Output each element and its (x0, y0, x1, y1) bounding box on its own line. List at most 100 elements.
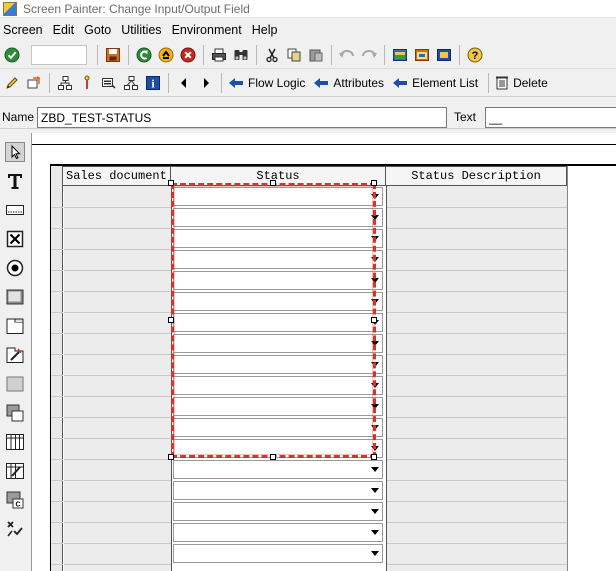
radio-button-icon[interactable] (4, 257, 26, 279)
status-dropdown-field[interactable] (173, 523, 383, 542)
back-icon[interactable] (133, 44, 155, 66)
copy-icon[interactable] (283, 44, 305, 66)
navigation-icon[interactable] (120, 72, 142, 94)
frame-icon[interactable] (433, 44, 455, 66)
chevron-down-icon[interactable] (371, 467, 379, 472)
cut-icon[interactable] (261, 44, 283, 66)
row-divider (387, 270, 567, 271)
delete-button[interactable]: Delete (493, 75, 554, 90)
cancel-icon[interactable] (177, 44, 199, 66)
box-icon[interactable] (4, 373, 26, 395)
toolbar-separator (97, 44, 98, 65)
tabstrip-icon[interactable] (4, 315, 26, 337)
resize-handle[interactable] (371, 180, 377, 186)
chevron-down-icon[interactable] (371, 509, 379, 514)
name-label: Name (2, 110, 35, 124)
text-field[interactable] (485, 107, 616, 128)
flow-logic-button[interactable]: Flow Logic (226, 76, 311, 90)
column-header-sales-document[interactable]: Sales document (63, 166, 171, 186)
status-dropdown-field[interactable] (173, 481, 383, 500)
edit-pencil-icon[interactable] (1, 72, 23, 94)
resize-handle[interactable] (371, 317, 377, 323)
resize-handle[interactable] (168, 180, 174, 186)
table-control-wizard-icon[interactable] (4, 460, 26, 482)
status-dropdown-field[interactable] (173, 460, 383, 479)
row-divider (51, 312, 63, 313)
header-label: Sales document (66, 169, 167, 183)
status-dropdown-field[interactable] (173, 502, 383, 521)
next-icon[interactable] (195, 72, 217, 94)
name-field[interactable] (37, 107, 447, 128)
toolbar-separator (168, 72, 169, 93)
delete-label: Delete (513, 75, 548, 90)
menu-utilities[interactable]: Utilities (117, 23, 167, 37)
column-divider (567, 166, 568, 571)
where-used-icon[interactable] (76, 72, 98, 94)
row-divider (387, 543, 567, 544)
help-icon[interactable]: ? (464, 44, 486, 66)
status-dropdown-field[interactable] (173, 544, 383, 563)
resize-handle[interactable] (168, 317, 174, 323)
io-field-icon[interactable] (4, 199, 26, 221)
command-field[interactable] (31, 44, 87, 65)
status-description-column[interactable] (387, 186, 567, 571)
row-divider (64, 249, 171, 250)
column-header-status-description[interactable]: Status Description (386, 166, 567, 186)
status-icon[interactable] (4, 518, 26, 540)
svg-text:C: C (15, 502, 20, 509)
exit-icon[interactable] (155, 44, 177, 66)
row-divider (51, 522, 63, 523)
chevron-down-icon[interactable] (371, 488, 379, 493)
checkbox-icon[interactable] (4, 228, 26, 250)
pushbutton-icon[interactable] (4, 286, 26, 308)
toolbar-separator (49, 72, 50, 93)
row-divider (64, 396, 171, 397)
display-change-icon[interactable] (23, 72, 45, 94)
pointer-icon[interactable] (4, 141, 26, 163)
check-icon[interactable] (1, 44, 23, 66)
info-icon[interactable]: i (142, 72, 164, 94)
row-divider (387, 459, 567, 460)
toolbar-separator (384, 44, 385, 65)
row-divider (64, 270, 171, 271)
menu-screen[interactable]: Screen (0, 23, 49, 37)
selected-status-field[interactable] (171, 183, 376, 458)
row-divider (387, 333, 567, 334)
find-icon[interactable] (230, 44, 252, 66)
text-field-icon[interactable] (4, 170, 26, 192)
redo-icon[interactable] (358, 44, 380, 66)
resize-handle[interactable] (270, 454, 276, 460)
previous-icon[interactable] (173, 72, 195, 94)
chevron-down-icon[interactable] (371, 551, 379, 556)
attributes-label: Attributes (333, 75, 385, 90)
undo-icon[interactable] (336, 44, 358, 66)
table-control-icon[interactable] (4, 431, 26, 453)
subscreen-icon[interactable] (4, 402, 26, 424)
sales-document-column[interactable] (64, 186, 171, 571)
row-divider (51, 396, 63, 397)
application-toolbar: i Flow Logic Attributes Element List Del… (0, 69, 616, 97)
layout-icon[interactable] (389, 44, 411, 66)
hierarchy-icon[interactable] (54, 72, 76, 94)
custom-control-icon[interactable]: C (4, 489, 26, 511)
save-icon[interactable] (102, 44, 124, 66)
element-icon[interactable] (98, 72, 120, 94)
resize-handle[interactable] (270, 180, 276, 186)
menu-goto[interactable]: Goto (80, 23, 117, 37)
row-selection-column[interactable] (51, 166, 63, 571)
resize-handle[interactable] (371, 454, 377, 460)
tabstrip-wizard-icon[interactable] (4, 344, 26, 366)
window-icon[interactable] (411, 44, 433, 66)
resize-handle[interactable] (168, 454, 174, 460)
row-divider (51, 291, 63, 292)
paste-icon[interactable] (305, 44, 327, 66)
menu-environment[interactable]: Environment (168, 23, 248, 37)
chevron-down-icon[interactable] (371, 530, 379, 535)
row-divider (51, 249, 63, 250)
attributes-button[interactable]: Attributes (311, 76, 390, 90)
print-icon[interactable] (208, 44, 230, 66)
element-list-button[interactable]: Element List (390, 76, 484, 90)
column-divider (386, 186, 387, 571)
menu-help[interactable]: Help (248, 23, 284, 37)
menu-edit[interactable]: Edit (49, 23, 81, 37)
